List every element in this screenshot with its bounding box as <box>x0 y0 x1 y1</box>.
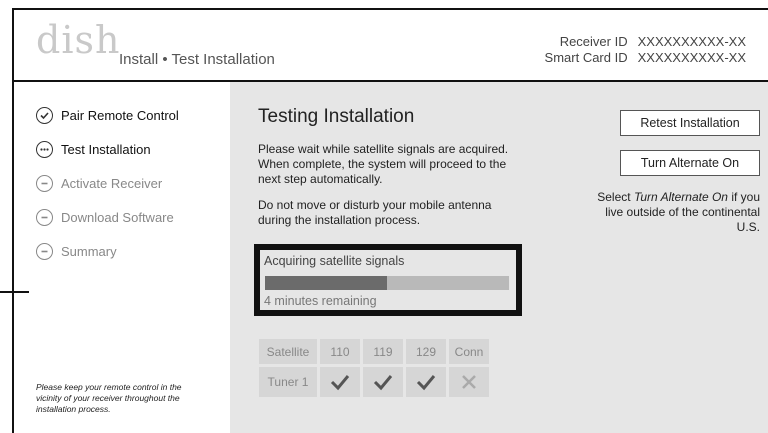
header-conn: Conn <box>449 339 489 364</box>
alternate-hint: Select Turn Alternate On if you live out… <box>597 190 760 234</box>
satellite-status-table: Satellite 110 119 129 Conn Tuner 1 <box>259 339 489 397</box>
receiver-id-value: XXXXXXXXXX-XX <box>637 34 746 49</box>
time-remaining: 4 minutes remaining <box>264 294 377 308</box>
header-129: 129 <box>406 339 446 364</box>
step-test-installation: Test Installation <box>36 138 151 160</box>
progress-panel: Acquiring satellite signals 4 minutes re… <box>254 244 522 316</box>
minus-circle-icon <box>36 174 53 192</box>
step-label: Summary <box>61 243 117 259</box>
receiver-id-label: Receiver ID <box>559 34 628 49</box>
progress-label: Acquiring satellite signals <box>264 254 405 268</box>
ellipsis-circle-icon <box>36 140 53 158</box>
row-label-tuner: Tuner 1 <box>259 367 317 397</box>
step-pair-remote: Pair Remote Control <box>36 104 179 126</box>
dish-logo: dish <box>36 18 121 62</box>
instructions-text: Please wait while satellite signals are … <box>258 142 509 186</box>
minus-circle-icon <box>36 242 53 260</box>
minus-circle-icon <box>36 208 53 226</box>
step-download-software: Download Software <box>36 206 174 228</box>
step-label: Download Software <box>61 209 174 225</box>
check-icon <box>363 367 403 397</box>
check-icon <box>406 367 446 397</box>
header-satellite: Satellite <box>259 339 317 364</box>
callout-line <box>0 291 29 293</box>
turn-alternate-on-button[interactable]: Turn Alternate On <box>620 150 760 176</box>
header: dish Install • Test Installation Receive… <box>14 10 768 82</box>
app-frame: dish Install • Test Installation Receive… <box>12 8 768 433</box>
header-110: 110 <box>320 339 360 364</box>
progress-bar <box>265 276 509 290</box>
step-label: Test Installation <box>61 141 151 157</box>
header-119: 119 <box>363 339 403 364</box>
remote-note: Please keep your remote control in the v… <box>36 382 182 414</box>
smart-card-label: Smart Card ID <box>544 50 628 65</box>
check-icon <box>320 367 360 397</box>
warning-text: Do not move or disturb your mobile anten… <box>258 198 492 227</box>
retest-installation-button[interactable]: Retest Installation <box>620 110 760 136</box>
step-activate-receiver: Activate Receiver <box>36 172 162 194</box>
check-circle-icon <box>36 106 53 124</box>
step-summary: Summary <box>36 240 117 262</box>
steps-sidebar: Pair Remote Control Test Installation Ac… <box>14 82 230 433</box>
progress-bar-fill <box>265 276 387 290</box>
x-icon <box>449 367 489 397</box>
section-title: Testing Installation <box>258 106 415 127</box>
step-label: Pair Remote Control <box>61 107 179 123</box>
main-panel: Testing Installation Please wait while s… <box>230 82 768 433</box>
receiver-info: Receiver ID XXXXXXXXXX-XX Smart Card ID XX… <box>545 34 746 66</box>
smart-card-value: XXXXXXXXXX-XX <box>637 50 746 65</box>
step-label: Activate Receiver <box>61 175 163 191</box>
page-title: Install • Test Installation <box>119 51 275 68</box>
